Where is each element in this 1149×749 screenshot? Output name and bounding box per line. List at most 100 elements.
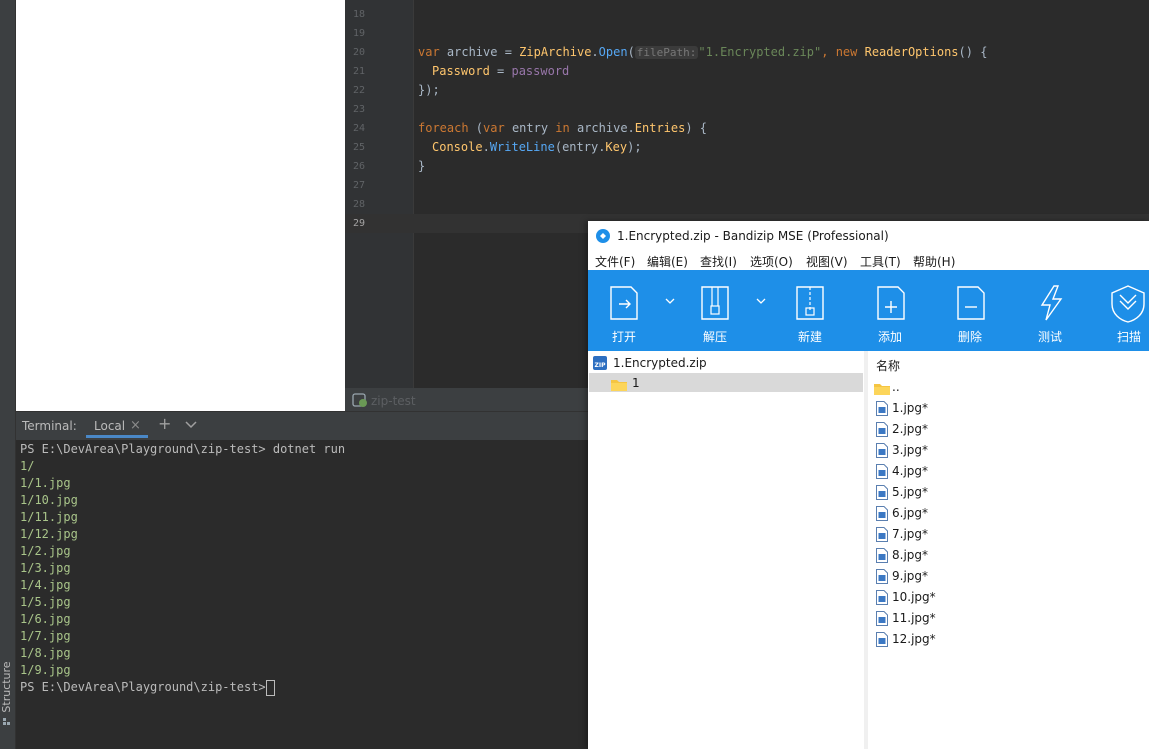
- tree-item-selected[interactable]: [589, 373, 863, 392]
- code-line-22: });: [418, 83, 440, 97]
- terminal-output[interactable]: [16, 440, 588, 749]
- code-line-24: foreach (var entry in archive.Entries) {: [418, 121, 707, 135]
- menu-tools[interactable]: 工具(T): [860, 253, 901, 270]
- list-item[interactable]: 3.jpg*: [892, 443, 928, 457]
- delete-file-icon[interactable]: [954, 284, 988, 322]
- add-file-icon[interactable]: [874, 284, 908, 322]
- list-item[interactable]: 7.jpg*: [892, 527, 928, 541]
- bandizip-app-icon: [596, 228, 610, 243]
- terminal-line: 1/: [20, 459, 35, 473]
- terminal-line: 1/5.jpg: [20, 595, 71, 609]
- code-token: archive =: [439, 45, 520, 59]
- code-token: (: [627, 45, 635, 59]
- image-file-icon: [876, 485, 888, 500]
- zip-archive-icon: ZIP: [592, 355, 608, 371]
- terminal-line: 1/12.jpg: [20, 527, 78, 541]
- list-item-parent[interactable]: ..: [892, 380, 900, 394]
- column-header-name[interactable]: 名称: [876, 357, 900, 374]
- open-button[interactable]: 打开: [612, 328, 636, 345]
- chevron-down-icon[interactable]: [665, 295, 675, 308]
- list-item[interactable]: 11.jpg*: [892, 611, 936, 625]
- list-item[interactable]: 9.jpg*: [892, 569, 928, 583]
- line-number: 20: [352, 47, 365, 58]
- code-token: "1.Encrypted.zip": [698, 45, 822, 59]
- code-token: ZipArchive: [519, 45, 592, 59]
- code-token: Key: [605, 140, 628, 154]
- list-item[interactable]: 10.jpg*: [892, 590, 936, 604]
- new-archive-icon[interactable]: [793, 284, 827, 322]
- scan-shield-icon[interactable]: [1108, 284, 1145, 323]
- test-button[interactable]: 测试: [1038, 328, 1062, 345]
- code-token: );: [627, 140, 642, 154]
- list-item[interactable]: 6.jpg*: [892, 506, 928, 520]
- folder-tree[interactable]: [588, 351, 865, 749]
- line-number: 21: [352, 66, 365, 77]
- menu-view[interactable]: 视图(V): [806, 253, 848, 270]
- new-archive-button[interactable]: 新建: [798, 328, 822, 345]
- list-item[interactable]: 5.jpg*: [892, 485, 928, 499]
- line-number: 25: [352, 142, 365, 153]
- active-tab-indicator: [86, 435, 148, 438]
- line-number: 27: [352, 180, 365, 191]
- code-token: Entries: [634, 121, 686, 135]
- terminal-line: PS E:\DevArea\Playground\zip-test> dotne…: [20, 442, 346, 456]
- image-file-icon: [876, 590, 888, 605]
- breadcrumb[interactable]: zip-test: [371, 394, 416, 408]
- terminal-line: 1/2.jpg: [20, 544, 71, 558]
- menu-find[interactable]: 查找(I): [700, 253, 737, 270]
- line-number: 24: [352, 123, 365, 134]
- line-number: 22: [352, 85, 365, 96]
- open-icon[interactable]: [607, 284, 641, 322]
- code-token: (: [468, 121, 484, 135]
- menu-file[interactable]: 文件(F): [595, 253, 635, 270]
- code-token: var: [418, 45, 440, 59]
- test-lightning-icon[interactable]: [1034, 284, 1068, 322]
- structure-tool-tab[interactable]: Structure: [0, 658, 14, 716]
- csharp-file-icon: [352, 392, 368, 408]
- image-file-icon: [876, 632, 888, 647]
- chevron-down-icon[interactable]: [184, 417, 198, 431]
- terminal-line: 1/9.jpg: [20, 663, 71, 677]
- line-number: 18: [352, 9, 365, 20]
- list-item[interactable]: 8.jpg*: [892, 548, 928, 562]
- list-item[interactable]: 12.jpg*: [892, 632, 936, 646]
- terminal-line: 1/6.jpg: [20, 612, 71, 626]
- left-tool-strip: [0, 0, 16, 749]
- image-file-icon: [876, 548, 888, 563]
- tree-item-archive[interactable]: 1.Encrypted.zip: [613, 356, 707, 370]
- code-line-26: }: [418, 159, 426, 173]
- structure-icon: [2, 712, 12, 725]
- code-token: var: [483, 121, 505, 135]
- scan-button[interactable]: 扫描: [1117, 328, 1141, 345]
- code-token: Open: [598, 45, 628, 59]
- delete-button[interactable]: 删除: [958, 328, 982, 345]
- image-file-icon: [876, 443, 888, 458]
- code-token: password: [511, 64, 570, 78]
- terminal-line: 1/4.jpg: [20, 578, 71, 592]
- add-button[interactable]: 添加: [878, 328, 902, 345]
- line-number: 26: [352, 161, 365, 172]
- line-number: 19: [352, 28, 365, 39]
- menu-edit[interactable]: 编辑(E): [647, 253, 688, 270]
- chevron-down-icon[interactable]: [756, 295, 766, 308]
- list-item[interactable]: 2.jpg*: [892, 422, 928, 436]
- menu-help[interactable]: 帮助(H): [913, 253, 955, 270]
- terminal-line: 1/7.jpg: [20, 629, 71, 643]
- code-token: .: [482, 140, 490, 154]
- parent-folder-icon: [874, 380, 890, 395]
- tree-item-folder[interactable]: 1: [632, 376, 640, 390]
- list-item[interactable]: 4.jpg*: [892, 464, 928, 478]
- extract-icon[interactable]: [698, 284, 732, 322]
- code-token: () {: [958, 45, 988, 59]
- image-file-icon: [876, 527, 888, 542]
- terminal-tab-label[interactable]: Local: [94, 419, 125, 433]
- list-item[interactable]: 1.jpg*: [892, 401, 928, 415]
- code-token: foreach: [418, 121, 469, 135]
- terminal-line: 1/8.jpg: [20, 646, 71, 660]
- menu-options[interactable]: 选项(O): [750, 253, 793, 270]
- extract-button[interactable]: 解压: [703, 328, 727, 345]
- close-icon[interactable]: ×: [130, 418, 141, 433]
- parameter-hint: filePath:: [634, 46, 699, 59]
- project-panel: [16, 0, 345, 411]
- new-terminal-button[interactable]: +: [158, 414, 171, 433]
